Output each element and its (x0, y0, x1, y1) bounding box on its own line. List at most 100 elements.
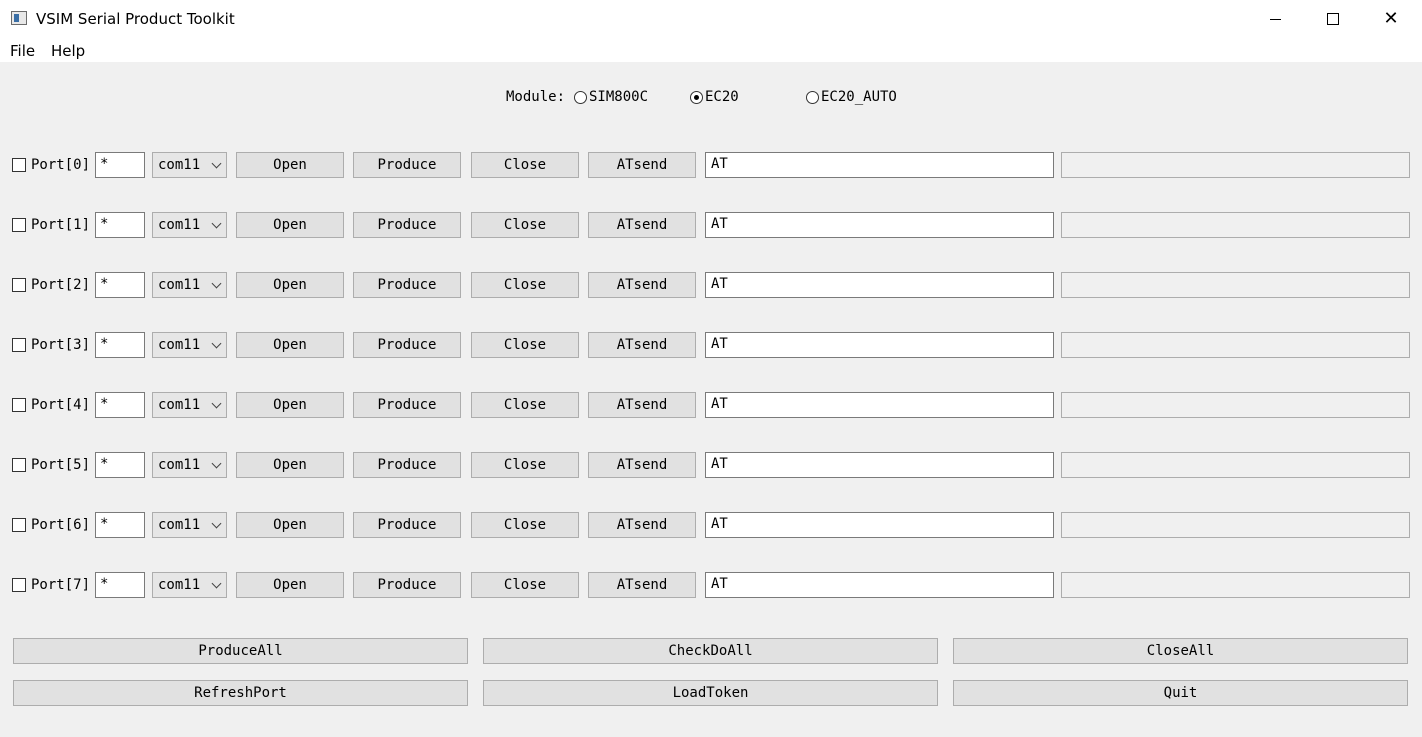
at-command-input[interactable]: AT (705, 212, 1054, 238)
atsend-button[interactable]: ATsend (588, 572, 696, 598)
com-port-select[interactable]: com11 (152, 152, 227, 178)
maximize-button[interactable] (1304, 0, 1362, 38)
minimize-button[interactable] (1246, 0, 1304, 38)
close-button[interactable]: Close (471, 212, 579, 238)
produce-button[interactable]: Produce (353, 452, 461, 478)
port-checkbox[interactable] (12, 518, 26, 532)
close-window-button[interactable]: ✕ (1362, 0, 1420, 38)
open-button[interactable]: Open (236, 332, 344, 358)
port-checkbox[interactable] (12, 218, 26, 232)
port-checkbox[interactable] (12, 578, 26, 592)
open-button[interactable]: Open (236, 392, 344, 418)
quit-button[interactable]: Quit (953, 680, 1408, 706)
close-button[interactable]: Close (471, 272, 579, 298)
open-button[interactable]: Open (236, 572, 344, 598)
close-button[interactable]: Close (471, 152, 579, 178)
open-button[interactable]: Open (236, 152, 344, 178)
close-all-button[interactable]: CloseAll (953, 638, 1408, 664)
port-filter-input[interactable]: * (95, 152, 145, 178)
refresh-port-button[interactable]: RefreshPort (13, 680, 468, 706)
response-field (1061, 332, 1410, 358)
open-button[interactable]: Open (236, 512, 344, 538)
port-row: Port[3] * com11 Open Produce Close ATsen… (0, 332, 1422, 358)
open-button[interactable]: Open (236, 272, 344, 298)
com-port-select[interactable]: com11 (152, 392, 227, 418)
open-button[interactable]: Open (236, 212, 344, 238)
port-checkbox[interactable] (12, 398, 26, 412)
load-token-button[interactable]: LoadToken (483, 680, 938, 706)
atsend-button[interactable]: ATsend (588, 152, 696, 178)
port-filter-input[interactable]: * (95, 272, 145, 298)
atsend-button[interactable]: ATsend (588, 452, 696, 478)
at-command-input[interactable]: AT (705, 512, 1054, 538)
radio-label-ec20: EC20 (705, 89, 739, 105)
com-port-value: com11 (158, 337, 201, 353)
close-button[interactable]: Close (471, 512, 579, 538)
app-window-icon[interactable] (11, 11, 27, 25)
module-option-ec20-auto[interactable]: EC20_AUTO (806, 88, 897, 106)
module-label: Module: (506, 89, 566, 105)
com-port-select[interactable]: com11 (152, 332, 227, 358)
com-port-select[interactable]: com11 (152, 512, 227, 538)
port-row: Port[1] * com11 Open Produce Close ATsen… (0, 212, 1422, 238)
com-port-select[interactable]: com11 (152, 212, 227, 238)
atsend-button[interactable]: ATsend (588, 512, 696, 538)
port-filter-input[interactable]: * (95, 572, 145, 598)
minimize-icon (1269, 18, 1281, 20)
produce-button[interactable]: Produce (353, 212, 461, 238)
close-button[interactable]: Close (471, 572, 579, 598)
port-row: Port[5] * com11 Open Produce Close ATsen… (0, 452, 1422, 478)
module-option-ec20[interactable]: EC20 (690, 88, 739, 106)
produce-all-button[interactable]: ProduceAll (13, 638, 468, 664)
at-command-input[interactable]: AT (705, 572, 1054, 598)
port-checkbox[interactable] (12, 458, 26, 472)
port-filter-input[interactable]: * (95, 212, 145, 238)
at-command-input[interactable]: AT (705, 332, 1054, 358)
port-row: Port[7] * com11 Open Produce Close ATsen… (0, 572, 1422, 598)
menu-file[interactable]: File (10, 42, 35, 60)
chevron-down-icon (211, 158, 222, 169)
radio-ec20[interactable] (690, 90, 703, 104)
port-checkbox[interactable] (12, 278, 26, 292)
com-port-value: com11 (158, 397, 201, 413)
com-port-select[interactable]: com11 (152, 572, 227, 598)
at-command-input[interactable]: AT (705, 452, 1054, 478)
port-filter-input[interactable]: * (95, 512, 145, 538)
produce-button[interactable]: Produce (353, 572, 461, 598)
radio-ec20-auto[interactable] (806, 90, 819, 104)
port-checkbox[interactable] (12, 338, 26, 352)
port-checkbox[interactable] (12, 158, 26, 172)
at-command-input[interactable]: AT (705, 272, 1054, 298)
atsend-button[interactable]: ATsend (588, 272, 696, 298)
atsend-button[interactable]: ATsend (588, 212, 696, 238)
close-button[interactable]: Close (471, 452, 579, 478)
port-label: Port[0] (31, 157, 88, 173)
menu-bar: File Help (0, 38, 1422, 62)
atsend-button[interactable]: ATsend (588, 392, 696, 418)
com-port-value: com11 (158, 517, 201, 533)
radio-sim800c[interactable] (574, 90, 587, 104)
com-port-select[interactable]: com11 (152, 452, 227, 478)
port-filter-input[interactable]: * (95, 392, 145, 418)
response-field (1061, 152, 1410, 178)
produce-button[interactable]: Produce (353, 152, 461, 178)
produce-button[interactable]: Produce (353, 392, 461, 418)
com-port-select[interactable]: com11 (152, 272, 227, 298)
at-command-input[interactable]: AT (705, 152, 1054, 178)
close-button[interactable]: Close (471, 392, 579, 418)
open-button[interactable]: Open (236, 452, 344, 478)
port-filter-input[interactable]: * (95, 332, 145, 358)
check-do-all-button[interactable]: CheckDoAll (483, 638, 938, 664)
radio-label-ec20-auto: EC20_AUTO (821, 89, 897, 105)
close-button[interactable]: Close (471, 332, 579, 358)
atsend-button[interactable]: ATsend (588, 332, 696, 358)
chevron-down-icon (211, 278, 222, 289)
port-label: Port[6] (31, 517, 88, 533)
port-filter-input[interactable]: * (95, 452, 145, 478)
at-command-input[interactable]: AT (705, 392, 1054, 418)
menu-help[interactable]: Help (51, 42, 85, 60)
produce-button[interactable]: Produce (353, 512, 461, 538)
produce-button[interactable]: Produce (353, 332, 461, 358)
module-option-sim800c[interactable]: SIM800C (574, 88, 648, 106)
produce-button[interactable]: Produce (353, 272, 461, 298)
